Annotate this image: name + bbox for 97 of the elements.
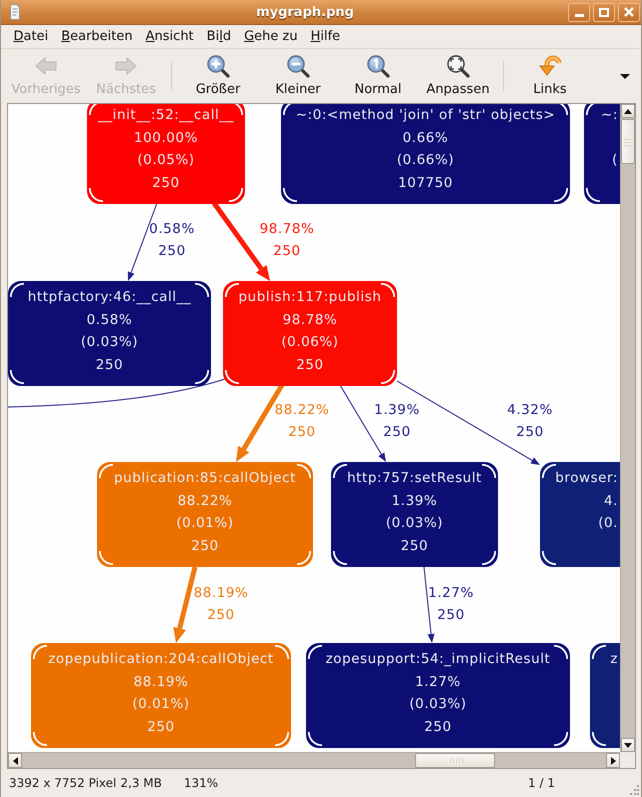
node-total: 0.58% — [86, 310, 132, 330]
node-title: ~:0:<method 'join' of 'str' objects> — [296, 106, 556, 125]
node-calls: 250 — [152, 174, 180, 192]
node-total: 4. — [604, 492, 618, 510]
node-self: (0.01%) — [132, 695, 190, 714]
node-self: (0. — [598, 514, 618, 533]
edge-count: 250 — [516, 423, 544, 442]
scroll-down-button[interactable] — [621, 738, 635, 752]
menu-item[interactable]: Gehe zu — [238, 26, 304, 47]
edge-count: 250 — [288, 423, 316, 442]
scroll-right-button[interactable] — [606, 753, 620, 768]
zoom-fit-icon — [446, 54, 470, 78]
toolbar-button[interactable]: Anpassen — [418, 52, 498, 98]
file-size: 2,3 MB — [120, 776, 162, 790]
node-total: 100.00% — [134, 128, 198, 148]
node-total: 88.19% — [134, 672, 188, 692]
node-total: 1.27% — [415, 672, 461, 692]
toolbar-button[interactable]: Normal — [338, 52, 418, 98]
page-counter: 1 / 1 — [528, 776, 555, 790]
toolbar-button[interactable]: Links — [510, 52, 590, 98]
zoom-in-icon — [206, 54, 230, 78]
left-arrow-icon — [12, 756, 18, 764]
node-self: (0.66%) — [396, 151, 454, 170]
rotate-left-icon — [538, 54, 562, 78]
scrollbar-thumb[interactable] — [621, 119, 635, 164]
toolbar-button[interactable]: Kleiner — [258, 52, 338, 98]
node-title: __init__:52:__call__ — [98, 106, 234, 125]
node-title: zopepublication:204:callObject — [48, 650, 274, 669]
caret-icon — [620, 74, 630, 78]
node-title: publish:117:publish — [238, 288, 382, 307]
node-self: (0.05%) — [137, 151, 195, 170]
node-self: ( — [612, 151, 618, 170]
node-calls: 250 — [296, 356, 324, 374]
node-calls: 107750 — [398, 174, 453, 192]
scroll-up-button[interactable] — [621, 104, 635, 118]
edge-percent: 1.39% — [374, 401, 420, 420]
menu-item[interactable]: Ansicht — [139, 26, 200, 47]
menu-item[interactable]: Hilfe — [304, 26, 347, 47]
node-self: (0.06%) — [281, 333, 339, 352]
edge-count: 250 — [437, 606, 465, 625]
vertical-scrollbar[interactable] — [620, 104, 635, 752]
edge-percent: 88.22% — [274, 401, 330, 420]
minimize-icon — [574, 14, 584, 16]
node-total: 88.22% — [178, 492, 232, 510]
node-title: z — [610, 650, 618, 669]
node-self: (0.03%) — [80, 333, 138, 352]
node-title: ~: — [601, 106, 618, 125]
toolbar-button[interactable]: Größer — [178, 52, 258, 98]
edge-percent: 98.78% — [260, 220, 314, 239]
image-dimensions: 3392 x 7752 Pixel — [9, 776, 116, 790]
menu-item[interactable]: Bearbeiten — [54, 26, 140, 47]
window-title: mygraph.png — [255, 4, 355, 20]
edge-percent: 4.32% — [507, 401, 553, 420]
node-total: 98.78% — [282, 310, 338, 330]
node-calls: 250 — [96, 356, 124, 374]
node-self: (0.03%) — [409, 695, 467, 714]
resize-grip-icon — [629, 785, 639, 795]
zoom-level: 131% — [184, 776, 218, 790]
scroll-left-button[interactable] — [8, 753, 22, 768]
maximize-icon — [599, 8, 609, 16]
zoom-out-icon — [286, 54, 310, 78]
node-total: 0.66% — [402, 128, 448, 148]
right-arrow-icon — [115, 57, 137, 75]
close-icon — [624, 7, 634, 17]
document-icon — [10, 4, 20, 20]
up-arrow-icon — [624, 108, 632, 114]
left-arrow-icon — [35, 57, 57, 75]
node-title: browser: — [555, 469, 618, 488]
node-calls: 250 — [424, 718, 452, 736]
horizontal-scrollbar[interactable] — [8, 752, 620, 768]
edge-percent: 88.19% — [194, 584, 248, 603]
close-button[interactable] — [618, 2, 640, 22]
edge-percent: 1.27% — [428, 584, 474, 603]
menu-item[interactable]: Datei — [7, 26, 55, 47]
right-arrow-icon — [610, 756, 616, 764]
minimize-button[interactable] — [568, 2, 590, 22]
overflow-button[interactable] — [618, 71, 632, 81]
node-calls: 250 — [400, 536, 428, 556]
node-title: http:757:setResult — [347, 469, 482, 488]
node-calls: 250 — [191, 536, 219, 556]
node-title: zopesupport:54:_implicitResult — [326, 650, 550, 669]
down-arrow-icon — [624, 742, 632, 748]
scrollbar-thumb[interactable] — [415, 753, 495, 768]
edge-count: 250 — [158, 242, 186, 261]
edge-count: 250 — [207, 606, 235, 625]
node-title: httpfactory:46:__call__ — [28, 288, 192, 307]
edge-count: 250 — [383, 423, 411, 442]
edge-count: 250 — [273, 242, 301, 261]
edge-percent: 0.58% — [149, 220, 195, 239]
magnifier-one-icon — [366, 54, 390, 78]
node-total: 1.39% — [392, 492, 438, 510]
node-title: publication:85:callObject — [114, 469, 296, 488]
node-self: (0.03%) — [386, 514, 444, 533]
menu-item[interactable]: Bild — [200, 26, 238, 47]
maximize-button[interactable] — [593, 2, 615, 22]
node-calls: 250 — [147, 718, 175, 736]
node-self: (0.01%) — [176, 514, 234, 533]
